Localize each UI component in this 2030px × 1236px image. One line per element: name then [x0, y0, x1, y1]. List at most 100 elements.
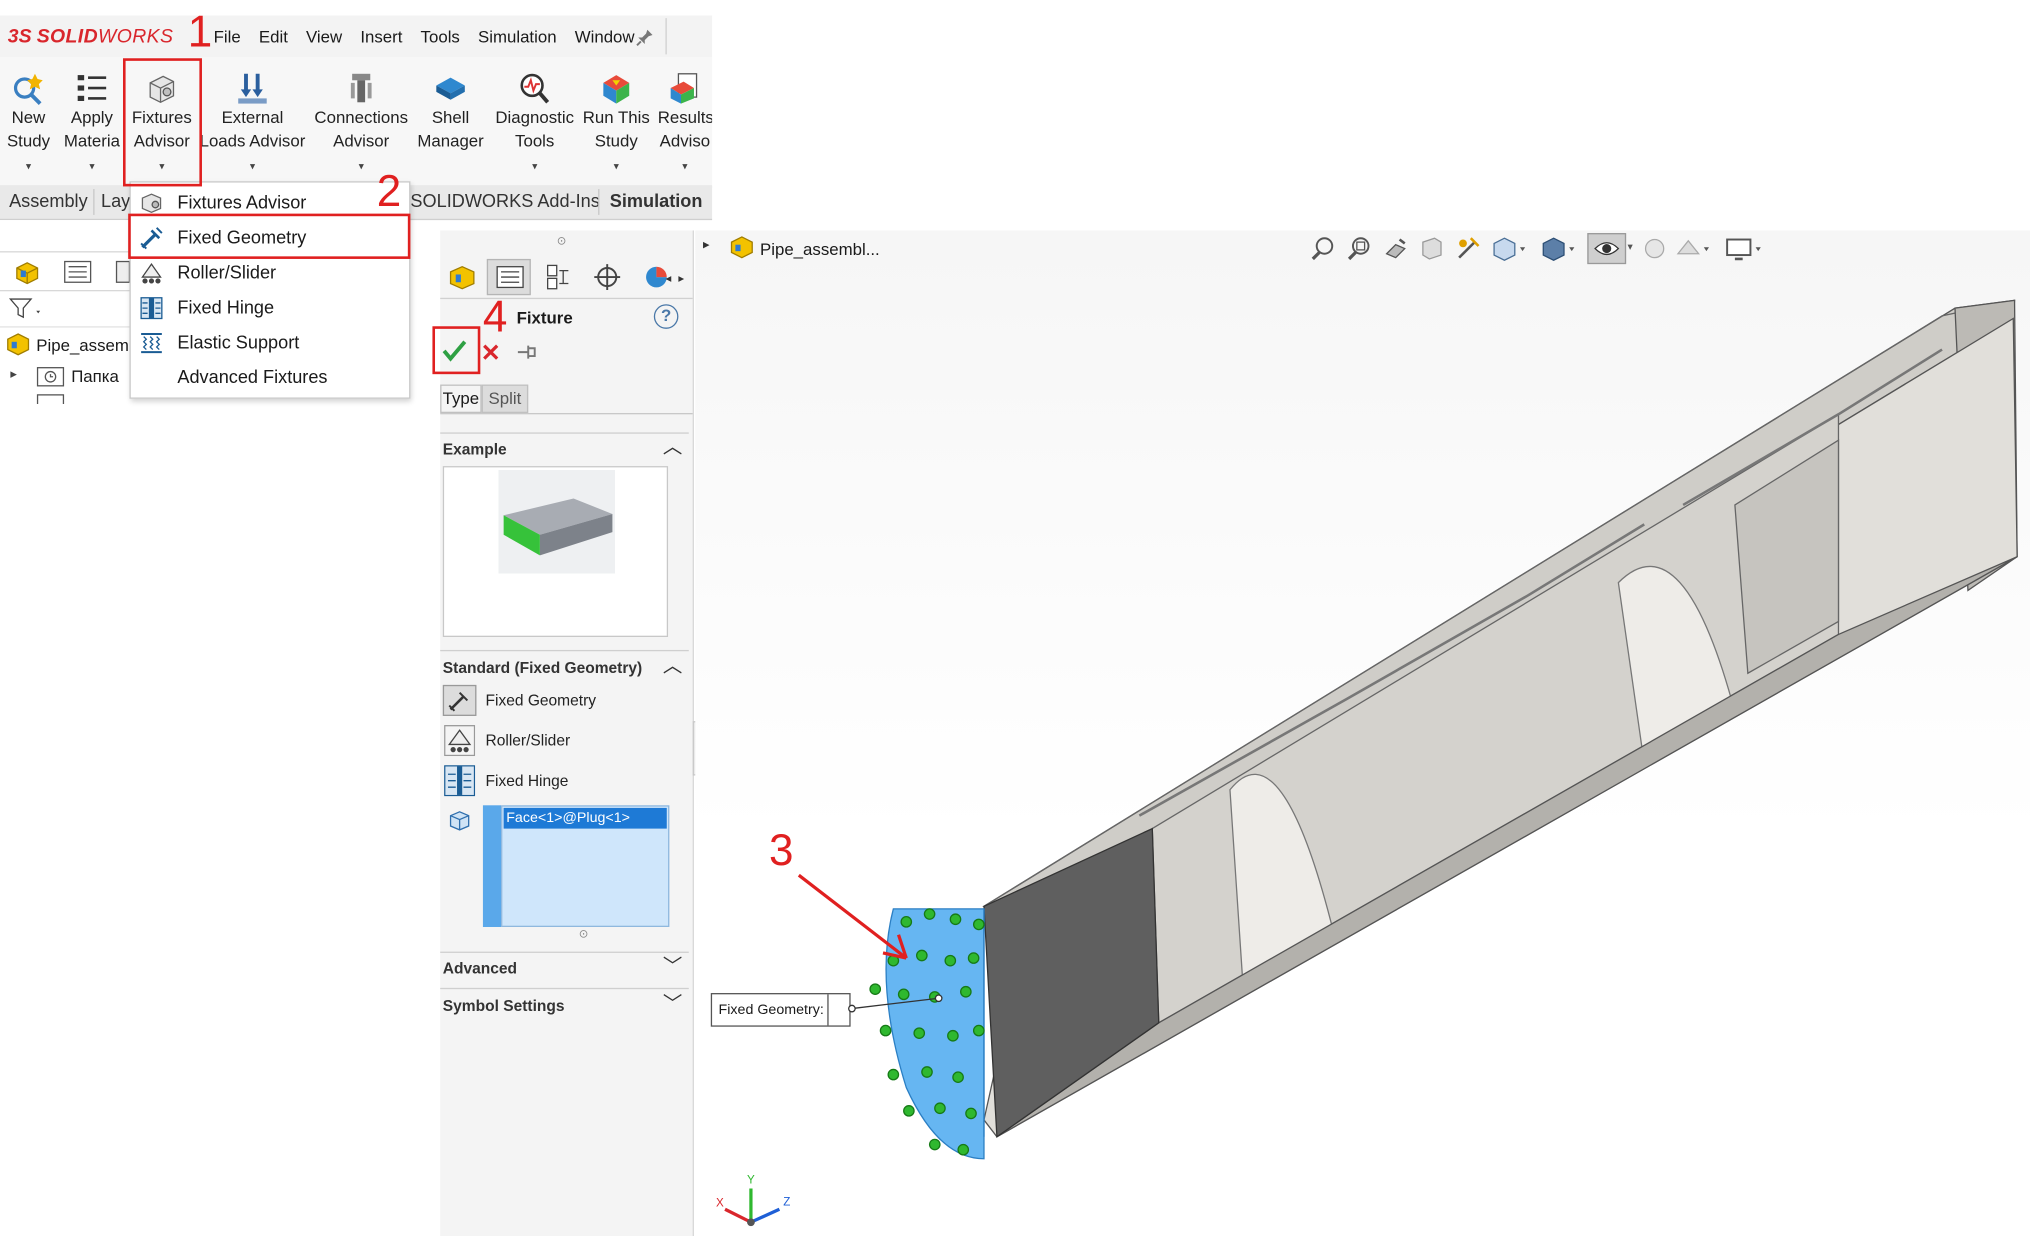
- tab-type[interactable]: Type: [440, 384, 482, 414]
- run-this-study-button[interactable]: Run This Study ▾: [581, 70, 651, 179]
- face-selection-icon: [449, 811, 470, 831]
- pin-icon[interactable]: [636, 28, 654, 47]
- property-manager-tab-icon: [496, 266, 524, 289]
- external-loads-advisor-button[interactable]: External Loads Advisor ▾: [199, 70, 305, 179]
- elastic-support-icon: [141, 333, 162, 354]
- chevron-down-icon[interactable]: ▾: [61, 155, 123, 178]
- pm-title: Fixture: [516, 308, 573, 328]
- tab-scroll-right-icon[interactable]: ▸: [678, 272, 684, 286]
- section-example[interactable]: Example: [443, 440, 692, 458]
- section-view-icon[interactable]: [1419, 236, 1445, 262]
- zoom-to-fit-icon[interactable]: [1310, 236, 1336, 262]
- feature-manager-icon[interactable]: [13, 259, 41, 285]
- menu-edit[interactable]: Edit: [259, 27, 288, 46]
- tab-simulation[interactable]: Simulation: [610, 190, 703, 211]
- selection-item-face[interactable]: Face<1>@Plug<1>: [503, 807, 667, 829]
- chevron-up-icon[interactable]: ︿: [663, 651, 682, 678]
- roller-slider-icon: [141, 262, 162, 284]
- stage: 3S SOLIDWORKS File Edit View Insert Tool…: [0, 0, 2030, 1236]
- cancel-x-icon[interactable]: [480, 342, 501, 363]
- configuration-manager-icon[interactable]: [544, 263, 572, 291]
- fixed-hinge-icon[interactable]: [444, 765, 476, 797]
- property-manager-tab[interactable]: [486, 258, 531, 296]
- property-manager-tab-icon[interactable]: [62, 259, 93, 285]
- logo-works: WORKS: [98, 25, 174, 48]
- menu-window[interactable]: Window: [575, 27, 635, 46]
- display-style-icon[interactable]: [1541, 236, 1577, 262]
- resize-grip-icon[interactable]: ⊙: [579, 927, 589, 941]
- menu-view[interactable]: View: [306, 27, 342, 46]
- tab-scroll-left-icon[interactable]: ◂: [665, 272, 671, 286]
- chevron-down-icon[interactable]: ▾: [581, 155, 651, 178]
- menu-simulation[interactable]: Simulation: [478, 27, 557, 46]
- menu-tools[interactable]: Tools: [421, 27, 460, 46]
- axis-z-label: Z: [783, 1195, 791, 1208]
- apply-scene-icon[interactable]: [1675, 236, 1711, 262]
- tree-folder-label[interactable]: Папка: [71, 366, 119, 385]
- breadcrumb-assembly[interactable]: Pipe_assembl...: [760, 240, 880, 259]
- annotation-number-2: 2: [376, 167, 402, 217]
- roller-slider-icon[interactable]: [444, 725, 476, 757]
- chevron-up-icon[interactable]: ︿: [663, 432, 682, 459]
- previous-view-icon[interactable]: [1383, 236, 1409, 262]
- eye-icon: [1594, 242, 1620, 256]
- panel-grip-icon[interactable]: ⊙: [557, 234, 567, 248]
- axis-x-label: X: [715, 1196, 724, 1210]
- option-fixed-geometry-toggle[interactable]: [442, 684, 477, 716]
- expand-tree-arrow-icon[interactable]: ▸: [703, 238, 710, 252]
- tab-solidworks-addins[interactable]: SOLIDWORKS Add-Ins: [410, 190, 599, 211]
- pushpin-icon[interactable]: [515, 342, 541, 363]
- tab-split[interactable]: Split: [481, 384, 529, 414]
- annotation-number-3: 3: [769, 826, 794, 876]
- chevron-down-icon[interactable]: ▾: [4, 155, 53, 178]
- filter-icon[interactable]: [8, 295, 44, 321]
- view-orientation-icon[interactable]: [1491, 236, 1527, 262]
- option-fixed-hinge-label[interactable]: Fixed Hinge: [486, 772, 569, 790]
- option-fixed-geometry-label[interactable]: Fixed Geometry: [486, 691, 597, 709]
- configuration-tab-icon[interactable]: [114, 259, 130, 285]
- section-symbol-settings[interactable]: Symbol Settings: [443, 997, 692, 1015]
- connections-advisor-button[interactable]: Connections Advisor ▾: [311, 70, 412, 179]
- tab-assembly[interactable]: Assembly: [9, 190, 88, 211]
- hide-show-items-button[interactable]: [1587, 233, 1627, 265]
- dynamic-annotation-icon[interactable]: [1455, 236, 1481, 262]
- menu-item-advanced-fixtures[interactable]: Advanced Fixtures: [131, 360, 409, 395]
- diagnostic-tools-button[interactable]: Diagnostic Tools ▾: [492, 70, 577, 179]
- tab-layout[interactable]: Lay: [101, 190, 130, 211]
- zoom-to-area-icon[interactable]: [1346, 236, 1372, 262]
- section-standard[interactable]: Standard (Fixed Geometry): [443, 659, 692, 677]
- menu-item-fixed-hinge[interactable]: Fixed Hinge: [131, 290, 409, 325]
- option-roller-slider-label[interactable]: Roller/Slider: [486, 732, 571, 750]
- section-advanced[interactable]: Advanced: [443, 959, 692, 977]
- example-block-icon: [498, 469, 615, 574]
- shell-manager-button[interactable]: Shell Manager: [414, 70, 487, 153]
- chevron-down-icon[interactable]: ﹀: [663, 952, 682, 979]
- dimxpert-icon[interactable]: [593, 263, 621, 291]
- chevron-down-icon[interactable]: ﹀: [663, 989, 682, 1016]
- annotation-arrow: [797, 873, 908, 960]
- chevron-down-icon[interactable]: ▾: [658, 155, 712, 178]
- apply-material-button[interactable]: Apply Materia ▾: [61, 70, 123, 179]
- graphics-area[interactable]: [695, 230, 2030, 1236]
- tree-root-label[interactable]: Pipe_assem: [36, 335, 129, 354]
- edit-appearance-icon[interactable]: [1642, 236, 1668, 262]
- selection-list-box[interactable]: Face<1>@Plug<1>: [501, 805, 670, 928]
- chevron-down-icon[interactable]: ▾: [199, 155, 305, 178]
- view-settings-icon[interactable]: [1725, 236, 1764, 262]
- results-advisor-button[interactable]: Results Adviso ▾: [658, 70, 712, 179]
- expand-arrow-icon[interactable]: ▸: [10, 368, 17, 382]
- diagnostic-tools-icon: [520, 73, 550, 104]
- menu-item-roller-slider[interactable]: Roller/Slider: [131, 255, 409, 290]
- callout-leader-line: [848, 994, 943, 1013]
- fixed-hinge-icon: [140, 297, 163, 320]
- menu-insert[interactable]: Insert: [360, 27, 402, 46]
- feature-manager-icon[interactable]: [447, 263, 478, 291]
- menu-file[interactable]: File: [214, 27, 241, 46]
- help-button[interactable]: ?: [653, 304, 679, 329]
- chevron-down-icon[interactable]: ▾: [492, 155, 577, 178]
- fixtures-advisor-icon: [141, 193, 162, 214]
- new-study-button[interactable]: New Study ▾: [4, 70, 53, 179]
- chevron-down-icon[interactable]: ▾: [1627, 241, 1632, 253]
- menu-item-elastic-support[interactable]: Elastic Support: [131, 325, 409, 360]
- fixture-callout[interactable]: Fixed Geometry:: [710, 993, 851, 1027]
